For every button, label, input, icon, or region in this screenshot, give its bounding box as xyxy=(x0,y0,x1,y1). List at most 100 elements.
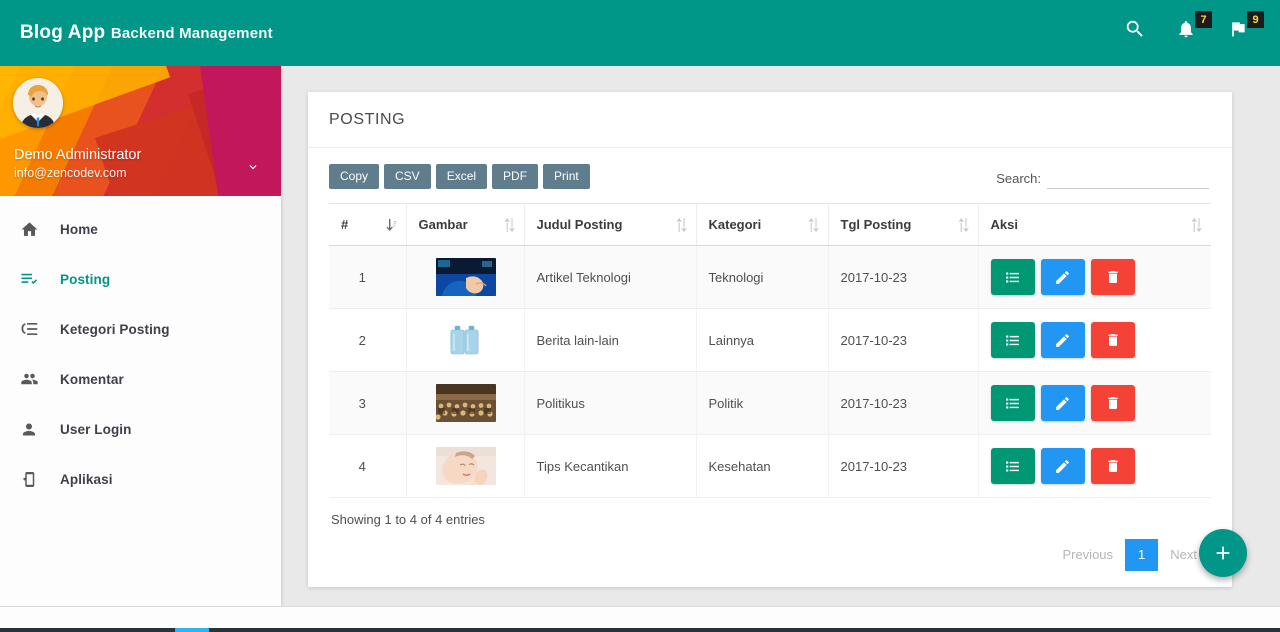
home-icon xyxy=(18,220,40,239)
chevron-down-icon[interactable] xyxy=(243,160,263,174)
table-header: # Gambar Judul Posting Kategori Tgl Post… xyxy=(329,203,1211,247)
sidebar-user-header[interactable]: Demo Administrator info@zencodev.com xyxy=(0,66,281,196)
delete-button[interactable] xyxy=(1090,448,1135,485)
cell-judul: Politikus xyxy=(524,371,697,436)
search-input[interactable] xyxy=(1047,167,1209,190)
edit-button[interactable] xyxy=(1040,259,1085,296)
crowd-thumbnail xyxy=(419,384,514,423)
column-label: Tgl Posting xyxy=(840,217,912,233)
card-body: Copy CSV Excel PDF Print Search: # Gamba… xyxy=(308,148,1232,587)
user-name: Demo Administrator xyxy=(14,147,142,163)
posting-card: POSTING Copy CSV Excel PDF Print Search: xyxy=(308,92,1232,587)
cell-gambar xyxy=(406,308,525,373)
table-header-row: # Gambar Judul Posting Kategori Tgl Post… xyxy=(329,203,1211,247)
cell-judul: Tips Kecantikan xyxy=(524,434,697,499)
column-header-number[interactable]: # xyxy=(329,203,407,247)
sidebar-item-home[interactable]: Home xyxy=(0,204,281,254)
table-row: 1 Artikel Teknologi Teknologi 2017-10-23 xyxy=(329,245,1211,310)
delete-button[interactable] xyxy=(1090,259,1135,296)
cell-tgl: 2017-10-23 xyxy=(828,434,979,499)
delete-button[interactable] xyxy=(1090,322,1135,359)
main-content: POSTING Copy CSV Excel PDF Print Search: xyxy=(281,66,1280,606)
copy-button[interactable]: Copy xyxy=(329,164,380,190)
cell-tgl: 2017-10-23 xyxy=(828,245,979,310)
search-label: Search: xyxy=(996,170,1041,186)
sidebar-item-posting[interactable]: Posting xyxy=(0,254,281,304)
cell-aksi xyxy=(978,245,1211,310)
cell-kategori: Kesehatan xyxy=(696,434,829,499)
sidebar-item-label: Home xyxy=(60,221,98,237)
row-actions xyxy=(990,322,1202,359)
datatable-toolbar: Copy CSV Excel PDF Print Search: xyxy=(329,164,1211,190)
cell-aksi xyxy=(978,371,1211,436)
cell-kategori: Teknologi xyxy=(696,245,829,310)
detail-button[interactable] xyxy=(990,322,1035,359)
sidebar-item-aplikasi[interactable]: Aplikasi xyxy=(0,454,281,504)
brand-name: Blog App xyxy=(20,22,106,43)
user-email: info@zencodev.com xyxy=(14,166,127,180)
csv-button[interactable]: CSV xyxy=(384,164,431,190)
card-header: POSTING xyxy=(308,92,1232,148)
column-header-kategori[interactable]: Kategori xyxy=(696,203,829,247)
detail-button[interactable] xyxy=(990,385,1035,422)
sidebar-item-komentar[interactable]: Komentar xyxy=(0,354,281,404)
print-button[interactable]: Print xyxy=(543,164,590,190)
sidebar-item-user-login[interactable]: User Login xyxy=(0,404,281,454)
sidebar-user-info: Demo Administrator info@zencodev.com xyxy=(14,147,141,180)
row-actions xyxy=(990,385,1202,422)
header-actions: 7 9 xyxy=(1124,11,1264,48)
detail-button[interactable] xyxy=(990,448,1035,485)
add-posting-fab[interactable] xyxy=(1199,529,1247,577)
entries-info: Showing 1 to 4 of 4 entries xyxy=(331,512,485,528)
delete-button[interactable] xyxy=(1090,385,1135,422)
cell-kategori: Politik xyxy=(696,371,829,436)
edit-button[interactable] xyxy=(1040,322,1085,359)
column-header-gambar[interactable]: Gambar xyxy=(406,203,525,247)
column-label: # xyxy=(341,217,349,233)
taskbar-active-tab-indicator[interactable] xyxy=(175,628,209,632)
row-actions xyxy=(990,259,1202,296)
sort-icon xyxy=(1191,217,1202,232)
pagination-previous[interactable]: Previous xyxy=(1050,539,1125,571)
sidebar-item-label: User Login xyxy=(60,421,132,437)
notifications-bell-icon[interactable]: 7 xyxy=(1176,11,1212,48)
people-icon xyxy=(18,370,40,388)
cell-tgl: 2017-10-23 xyxy=(828,371,979,436)
row-actions xyxy=(990,448,1202,485)
bell-badge: 7 xyxy=(1195,11,1212,28)
spa-face-thumbnail xyxy=(419,447,514,486)
cell-judul: Artikel Teknologi xyxy=(524,245,697,310)
top-header-bar: Blog App Backend Management 7 9 xyxy=(0,0,1280,66)
brand-subtitle: Backend Management xyxy=(110,25,273,42)
sort-icon-active xyxy=(386,218,397,232)
pdf-button[interactable]: PDF xyxy=(492,164,539,190)
flag-badge: 9 xyxy=(1247,11,1264,28)
category-list-icon xyxy=(18,320,40,338)
table-row: 2 Berita lain-lain Lainnya 2017-10-23 xyxy=(329,308,1211,373)
search-icon[interactable] xyxy=(1124,18,1150,48)
cell-aksi xyxy=(978,434,1211,499)
cell-number: 4 xyxy=(329,434,407,499)
posting-table: # Gambar Judul Posting Kategori Tgl Post… xyxy=(329,203,1211,499)
cell-gambar xyxy=(406,434,525,499)
detail-button[interactable] xyxy=(990,259,1035,296)
avatar[interactable] xyxy=(13,78,63,128)
flag-icon[interactable]: 9 xyxy=(1228,11,1264,48)
edit-button[interactable] xyxy=(1040,385,1085,422)
column-header-judul-posting[interactable]: Judul Posting xyxy=(524,203,697,247)
table-footer: Showing 1 to 4 of 4 entries Previous 1 N… xyxy=(329,498,1211,575)
pagination-page-1[interactable]: 1 xyxy=(1125,539,1159,571)
edit-button[interactable] xyxy=(1040,448,1085,485)
water-gallon-thumbnail xyxy=(419,321,514,360)
table-row: 3 Politikus Politik 2017-10-23 xyxy=(329,371,1211,436)
sidebar-item-ketegori-posting[interactable]: Ketegori Posting xyxy=(0,304,281,354)
os-taskbar xyxy=(0,606,1280,632)
column-header-aksi[interactable]: Aksi xyxy=(978,203,1211,247)
sidebar-item-label: Komentar xyxy=(60,371,124,387)
column-label: Gambar xyxy=(418,217,468,233)
excel-button[interactable]: Excel xyxy=(435,164,488,190)
table-row: 4 Tips Kecantikan Kesehatan 2017-10-23 xyxy=(329,434,1211,499)
cell-aksi xyxy=(978,308,1211,373)
column-header-tgl-posting[interactable]: Tgl Posting xyxy=(828,203,979,247)
sidebar-item-label: Posting xyxy=(60,271,111,287)
